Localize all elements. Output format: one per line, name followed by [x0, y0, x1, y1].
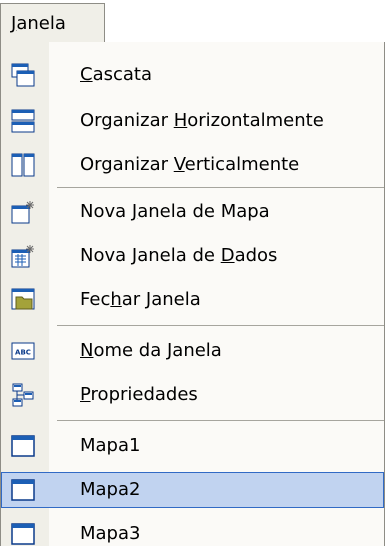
menu-separator — [57, 420, 384, 421]
window-icon — [11, 478, 35, 502]
menu-separator — [57, 325, 384, 326]
menu-item-mapa3[interactable]: Mapa3 — [1, 516, 384, 546]
menu-item-label: Organizar Horizontalmente — [80, 110, 324, 131]
menu-item-label: Mapa2 — [80, 479, 141, 500]
menu-item-label: Organizar Verticalmente — [80, 154, 300, 175]
abc-rename-icon: ABC — [11, 339, 35, 363]
new-map-window-icon — [11, 200, 35, 224]
menu-item-label: Propriedades — [80, 384, 198, 405]
menu-item-mapa2[interactable]: Mapa2 — [1, 472, 384, 508]
menu-item-label: Nome da Janela — [80, 340, 222, 361]
menu-item-fechar-janela[interactable]: Fechar Janela — [1, 282, 384, 318]
menu-bar: Janela — [0, 0, 388, 44]
menu-item-cascata[interactable]: Cascata — [1, 57, 384, 93]
menu-item-organizar-horizontalmente[interactable]: Organizar Horizontalmente — [1, 103, 384, 139]
menu-item-propriedades[interactable]: Propriedades — [1, 377, 384, 413]
tile-vertical-icon — [11, 153, 35, 177]
menu-item-nome-da-janela[interactable]: ABC Nome da Janela — [1, 333, 384, 369]
menu-janela-label: Janela — [11, 13, 66, 34]
svg-text:ABC: ABC — [15, 349, 31, 357]
menu-item-label: Mapa3 — [80, 523, 141, 544]
close-window-folder-icon — [11, 288, 35, 312]
menu-item-nova-janela-de-dados[interactable]: Nova Janela de Dados — [1, 238, 384, 274]
menu-item-label: Nova Janela de Dados — [80, 245, 278, 266]
cascade-windows-icon — [11, 63, 35, 87]
menu-item-label: Mapa1 — [80, 435, 141, 456]
menu-separator — [57, 187, 384, 188]
menu-item-nova-janela-de-mapa[interactable]: Nova Janela de Mapa — [1, 194, 384, 230]
menu-janela[interactable]: Janela — [0, 3, 105, 43]
screen: Janela Cascata Organizar Horizontalmente… — [0, 0, 388, 546]
menu-item-label: Fechar Janela — [80, 289, 201, 310]
new-data-window-icon — [11, 244, 35, 268]
window-icon — [11, 434, 35, 458]
properties-icon — [11, 383, 35, 407]
window-icon — [11, 522, 35, 546]
menu-item-label: Cascata — [80, 64, 153, 85]
janela-dropdown-menu: Cascata Organizar Horizontalmente Organi… — [0, 42, 385, 546]
tile-horizontal-icon — [11, 109, 35, 133]
menu-item-organizar-verticalmente[interactable]: Organizar Verticalmente — [1, 147, 384, 183]
menu-item-mapa1[interactable]: Mapa1 — [1, 428, 384, 464]
menu-item-label: Nova Janela de Mapa — [80, 201, 270, 222]
